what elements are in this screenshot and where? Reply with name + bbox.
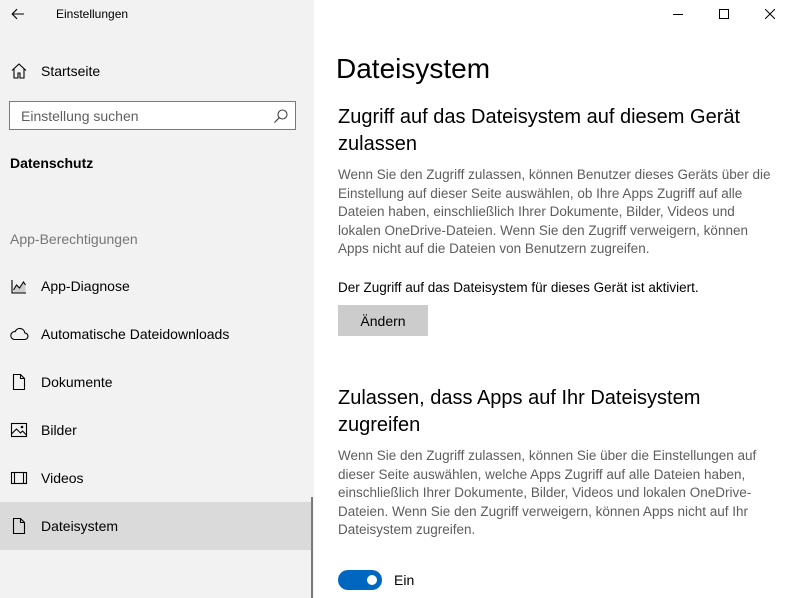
document-icon bbox=[9, 516, 29, 536]
toggle-state-label: Ein bbox=[394, 572, 415, 588]
video-icon bbox=[9, 468, 29, 488]
title-bar: Einstellungen bbox=[0, 0, 314, 30]
sidebar-item-label: Dokumente bbox=[41, 374, 113, 390]
apps-section-description: Wenn Sie den Zugriff zulassen, können Si… bbox=[338, 448, 757, 537]
home-icon bbox=[9, 61, 29, 81]
sidebar-item-label: Videos bbox=[41, 470, 84, 486]
search-input[interactable] bbox=[10, 102, 271, 129]
maximize-button[interactable] bbox=[701, 0, 747, 28]
minimize-icon bbox=[673, 14, 683, 15]
close-button[interactable] bbox=[747, 0, 788, 28]
page-title: Dateisystem bbox=[336, 53, 491, 84]
back-button[interactable] bbox=[4, 2, 32, 26]
sidebar: Einstellungen Startseite Datenschutz App… bbox=[0, 0, 314, 598]
sidebar-item-bilder[interactable]: Bilder bbox=[0, 406, 312, 454]
device-access-status: Der Zugriff auf das Dateisystem für dies… bbox=[338, 280, 699, 295]
sidebar-item-label: App-Diagnose bbox=[41, 278, 130, 294]
sidebar-item-label: Automatische Dateidownloads bbox=[41, 326, 230, 342]
sidebar-item-videos[interactable]: Videos bbox=[0, 454, 312, 502]
app-diagnose-icon bbox=[9, 276, 29, 296]
scrollbar[interactable] bbox=[311, 497, 313, 598]
apps-section-heading: Zulassen, dass Apps auf Ihr Dateisystem … bbox=[338, 387, 701, 436]
main-content: Dateisystem Zugriff auf das Dateisystem … bbox=[314, 0, 788, 598]
minimize-button[interactable] bbox=[655, 0, 701, 28]
section-title: Datenschutz bbox=[10, 155, 94, 171]
change-button[interactable]: Ändern bbox=[338, 305, 428, 336]
sidebar-item-automatische-dateidownloads[interactable]: Automatische Dateidownloads bbox=[0, 310, 312, 358]
nav-home[interactable]: Startseite bbox=[0, 54, 314, 88]
document-icon bbox=[9, 372, 29, 392]
maximize-icon bbox=[719, 9, 729, 19]
back-arrow-icon bbox=[11, 8, 24, 20]
app-title: Einstellungen bbox=[56, 7, 129, 21]
search-box[interactable] bbox=[9, 101, 296, 130]
apps-access-toggle[interactable] bbox=[338, 570, 382, 590]
nav-home-label: Startseite bbox=[41, 63, 101, 79]
group-title: App-Berechtigungen bbox=[10, 231, 138, 247]
image-icon bbox=[9, 420, 29, 440]
close-icon bbox=[765, 9, 775, 19]
cloud-icon bbox=[9, 324, 29, 344]
device-section-description: Wenn Sie den Zugriff zulassen, können Be… bbox=[338, 167, 771, 256]
search-icon[interactable] bbox=[273, 108, 289, 124]
toggle-knob bbox=[367, 575, 377, 585]
sidebar-item-label: Bilder bbox=[41, 422, 77, 438]
sidebar-item-app-diagnose[interactable]: App-Diagnose bbox=[0, 262, 312, 310]
sidebar-item-dateisystem[interactable]: Dateisystem bbox=[0, 502, 312, 550]
device-section-heading: Zugriff auf das Dateisystem auf diesem G… bbox=[338, 106, 741, 155]
sidebar-item-label: Dateisystem bbox=[41, 518, 119, 534]
sidebar-item-dokumente[interactable]: Dokumente bbox=[0, 358, 312, 406]
